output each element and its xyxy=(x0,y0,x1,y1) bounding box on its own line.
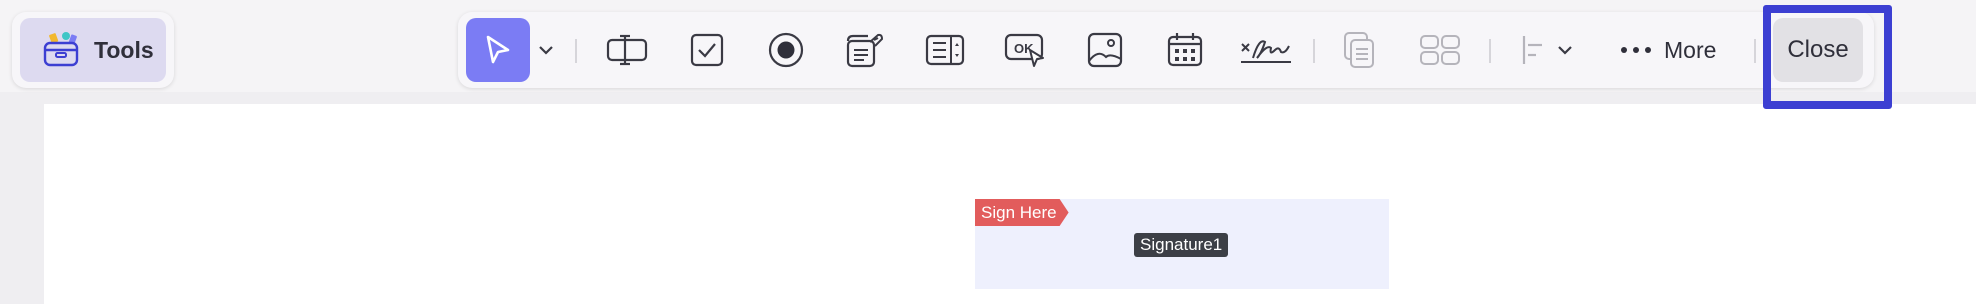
duplicate-icon xyxy=(1344,32,1374,68)
list-box-icon xyxy=(925,34,965,66)
grid-icon xyxy=(1420,35,1460,65)
select-tool-button[interactable] xyxy=(466,18,530,82)
chevron-down-icon xyxy=(1558,46,1572,55)
toolbar-divider xyxy=(1313,39,1315,63)
more-dots-icon xyxy=(1621,47,1651,53)
chevron-down-icon xyxy=(539,46,553,55)
tools-label: Tools xyxy=(94,36,154,63)
more-button[interactable]: More xyxy=(1620,23,1744,77)
more-label: More xyxy=(1664,36,1717,63)
toolbox-icon xyxy=(42,28,80,73)
multiple-select-tool[interactable] xyxy=(1413,23,1467,77)
signature-icon xyxy=(1241,40,1291,63)
tools-panel: Tools xyxy=(12,12,174,88)
radio-button-icon xyxy=(768,32,804,68)
text-field-tool[interactable] xyxy=(600,23,654,77)
toolbar-divider xyxy=(1754,39,1756,63)
combo-box-tool[interactable] xyxy=(838,23,892,77)
checkbox-tool[interactable] xyxy=(680,23,734,77)
align-tool-dropdown[interactable] xyxy=(1552,23,1578,77)
list-box-tool[interactable] xyxy=(918,23,972,77)
text-field-icon xyxy=(606,34,648,66)
calendar-icon xyxy=(1167,33,1203,67)
select-tool-dropdown[interactable] xyxy=(532,23,560,77)
align-tool[interactable] xyxy=(1518,23,1548,77)
pointer-icon xyxy=(486,35,510,64)
ok-button-icon: OK xyxy=(1004,33,1044,67)
digital-signature-tool[interactable] xyxy=(1236,23,1296,77)
close-button-highlight xyxy=(1763,5,1892,109)
button-tool[interactable]: OK xyxy=(998,23,1052,77)
sign-here-tag: Sign Here xyxy=(975,199,1069,226)
checkbox-icon xyxy=(690,33,724,67)
signature-field-name: Signature1 xyxy=(1134,233,1229,257)
image-field-tool[interactable] xyxy=(1078,23,1132,77)
tools-button[interactable]: Tools xyxy=(20,18,166,82)
toolbar-divider xyxy=(1489,39,1491,63)
duplicate-tool[interactable] xyxy=(1332,23,1386,77)
date-field-tool[interactable] xyxy=(1158,23,1212,77)
align-left-icon xyxy=(1522,36,1542,64)
combo-box-icon xyxy=(846,33,884,68)
radio-button-tool[interactable] xyxy=(759,23,813,77)
toolbar-divider xyxy=(575,39,577,63)
form-toolbar: OK More Close xyxy=(458,12,1874,88)
image-field-icon xyxy=(1087,32,1123,68)
